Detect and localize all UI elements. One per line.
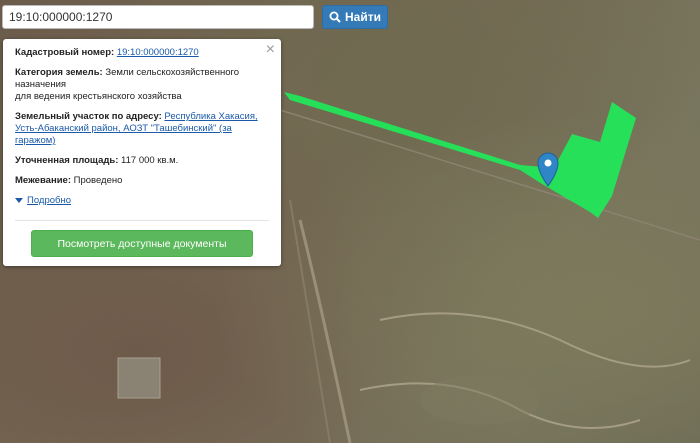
triangle-down-icon xyxy=(15,198,23,203)
survey-label: Межевание: xyxy=(15,175,71,186)
area-row: Уточненная площадь: 117 000 кв.м. xyxy=(15,155,269,167)
cadastral-number-link[interactable]: 19:10:000000:1270 xyxy=(117,47,199,58)
field-patch xyxy=(420,375,540,425)
category-value-2: для ведения крестьянского хозяйства xyxy=(15,91,182,102)
land-parcel[interactable] xyxy=(284,92,636,218)
search-icon xyxy=(329,11,341,23)
cadastral-label: Кадастровый номер: xyxy=(15,47,115,58)
survey-value: Проведено xyxy=(73,175,123,186)
category-label: Категория земель: xyxy=(15,67,103,78)
view-documents-button[interactable]: Посмотреть доступные документы xyxy=(31,230,253,257)
search-button[interactable]: Найти xyxy=(322,5,388,29)
survey-row: Межевание: Проведено xyxy=(15,175,269,187)
search-input[interactable] xyxy=(2,5,314,29)
area-label: Уточненная площадь: xyxy=(15,155,119,166)
settlement-block xyxy=(117,357,161,399)
search-button-label: Найти xyxy=(345,10,381,24)
details-link[interactable]: Подробно xyxy=(27,195,71,206)
address-row: Земельный участок по адресу: Республика … xyxy=(15,111,269,147)
cadastral-row: Кадастровый номер: 19:10:000000:1270 xyxy=(15,47,269,59)
parcel-info-popup: × Кадастровый номер: 19:10:000000:1270 К… xyxy=(3,39,281,266)
divider xyxy=(15,220,269,221)
details-toggle[interactable]: Подробно xyxy=(15,195,269,206)
address-label: Земельный участок по адресу: xyxy=(15,111,162,122)
area-value: 117 000 кв.м. xyxy=(121,155,179,166)
canal-line xyxy=(279,109,700,241)
track-line-east xyxy=(379,312,691,368)
category-row: Категория земель: Земли сельскохозяйстве… xyxy=(15,67,269,103)
close-icon[interactable]: × xyxy=(266,42,275,58)
